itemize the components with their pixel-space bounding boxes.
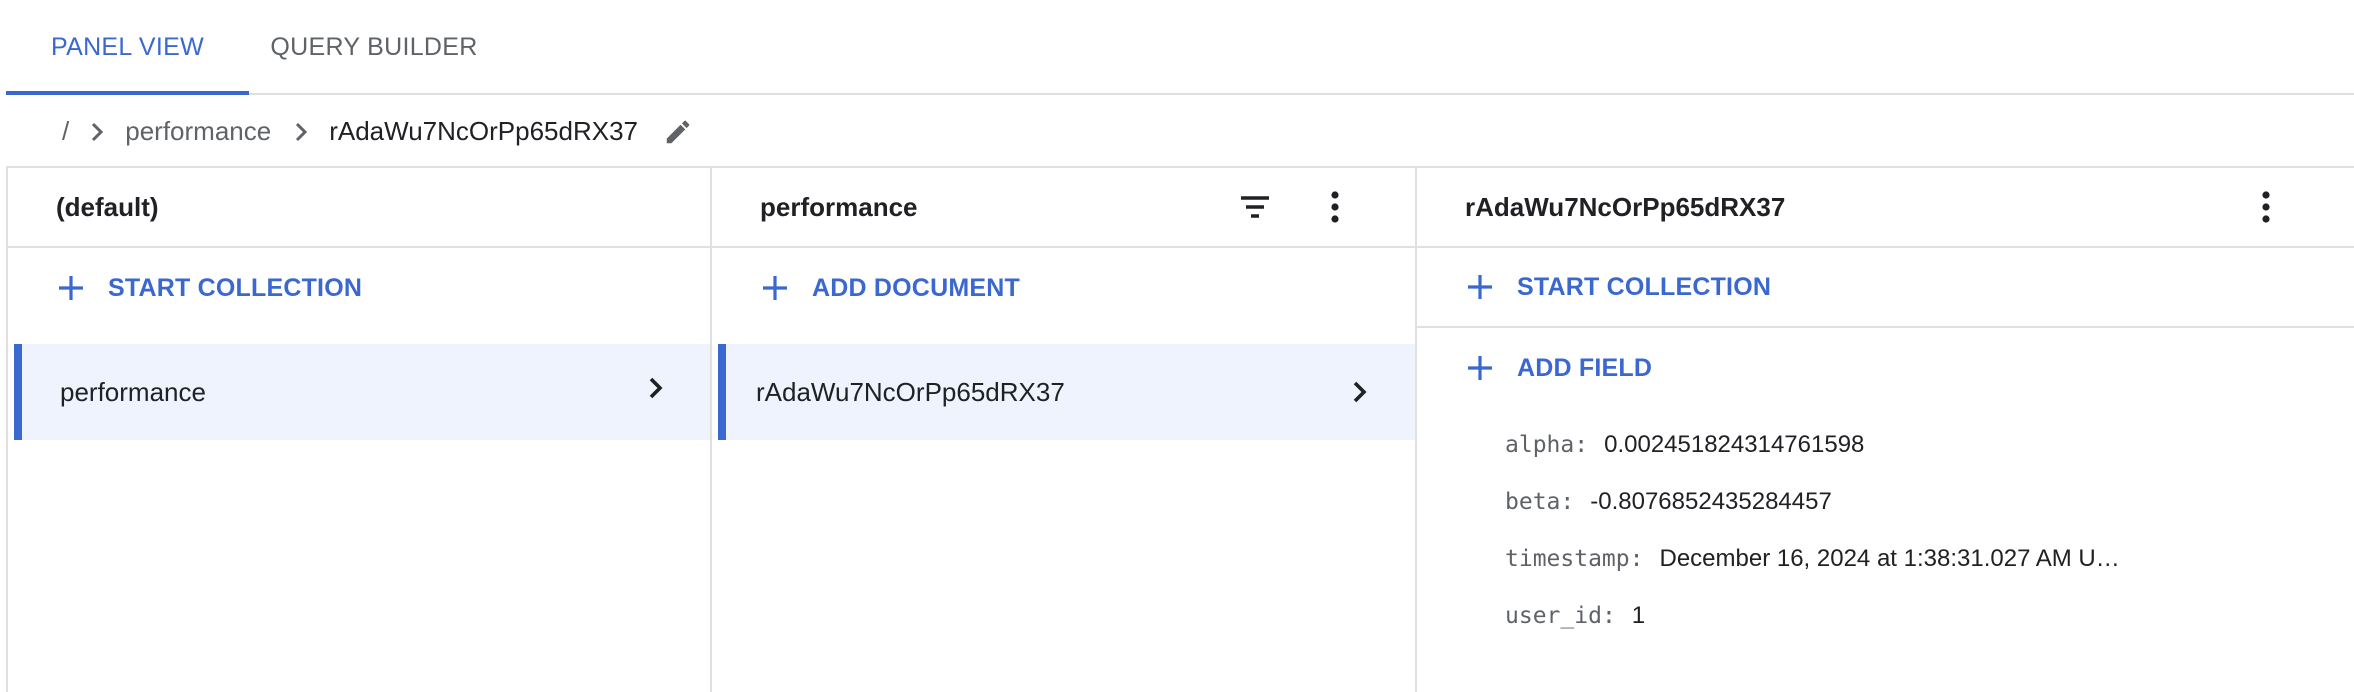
panel-title: performance [760,191,918,222]
document-panel: rAdaWu7NcOrPp65dRX37 START COLLECTION AD… [1415,168,2354,692]
panel-header: rAdaWu7NcOrPp65dRX37 [1417,168,2354,248]
start-collection-button[interactable]: START COLLECTION [8,248,710,328]
tab-bar: PANEL VIEW QUERY BUILDER [6,0,2354,95]
selection-indicator [14,344,22,440]
field-row[interactable]: beta: -0.8076852435284457 [1505,473,2120,530]
chevron-right-icon [291,122,311,142]
panel-title: rAdaWu7NcOrPp65dRX37 [1465,191,1786,222]
chevron-right-icon [642,374,670,402]
field-value: December 16, 2024 at 1:38:31.027 AM U… [1659,544,2120,572]
panel-header: (default) [8,168,710,248]
field-separator: : [1574,431,1589,458]
button-label: ADD DOCUMENT [812,273,1020,302]
breadcrumb-root[interactable]: / [62,116,69,147]
field-value: 0.002451824314761598 [1604,430,1865,458]
plus-icon [1465,272,1495,302]
tab-label: PANEL VIEW [50,33,205,61]
plus-icon [760,273,790,303]
list-item-label: rAdaWu7NcOrPp65dRX37 [756,376,1065,407]
more-vert-icon[interactable] [2236,177,2296,237]
panel-title: (default) [56,191,159,222]
add-document-button[interactable]: ADD DOCUMENT [712,248,1415,328]
tab-label: QUERY BUILDER [270,33,478,61]
field-separator: : [1629,545,1644,572]
button-label: START COLLECTION [108,273,363,302]
field-key: timestamp [1505,545,1630,572]
field-row[interactable]: alpha: 0.002451824314761598 [1505,416,2120,473]
breadcrumb-document: rAdaWu7NcOrPp65dRX37 [329,116,638,146]
field-value: -0.8076852435284457 [1590,487,1832,515]
plus-icon [1465,353,1495,383]
field-row[interactable]: timestamp: December 16, 2024 at 1:38:31.… [1505,530,2120,587]
field-key: alpha [1505,431,1575,458]
filter-icon[interactable] [1225,177,1285,237]
field-key: user_id [1505,602,1602,629]
more-vert-icon[interactable] [1305,177,1365,237]
field-list: alpha: 0.002451824314761598 beta: -0.807… [1505,416,2120,644]
chevron-right-icon [1346,378,1374,406]
add-field-button[interactable]: ADD FIELD [1417,328,2354,408]
panel-header: performance [712,168,1415,248]
button-label: ADD FIELD [1517,353,1653,382]
tab-panel-view[interactable]: PANEL VIEW [6,0,249,95]
root-panel: (default) START COLLECTION performance [6,168,710,692]
button-label: START COLLECTION [1517,272,1772,301]
panel-header-actions [1225,168,1415,246]
field-separator: : [1601,602,1616,629]
panel-view: (default) START COLLECTION performance p… [6,168,2354,692]
chevron-right-icon [87,122,107,142]
selection-indicator [718,344,726,440]
field-row[interactable]: user_id: 1 [1505,587,2120,644]
active-tab-indicator [6,91,249,95]
collection-panel: performance ADD DOCUMENT rAdaWu7NcOrPp65… [710,168,1415,692]
plus-icon [56,273,86,303]
list-item[interactable]: performance [14,344,710,440]
tab-query-builder[interactable]: QUERY BUILDER [249,0,499,95]
pencil-icon[interactable] [660,114,696,150]
field-value: 1 [1631,601,1646,629]
start-collection-button[interactable]: START COLLECTION [1417,248,2354,328]
field-key: beta [1505,488,1561,515]
breadcrumb: / performance rAdaWu7NcOrPp65dRX37 [6,97,2354,168]
list-item-label: performance [60,376,206,407]
field-separator: : [1560,488,1575,515]
list-item[interactable]: rAdaWu7NcOrPp65dRX37 [718,344,1415,440]
panel-header-actions [2236,168,2354,246]
breadcrumb-collection[interactable]: performance [125,116,271,147]
